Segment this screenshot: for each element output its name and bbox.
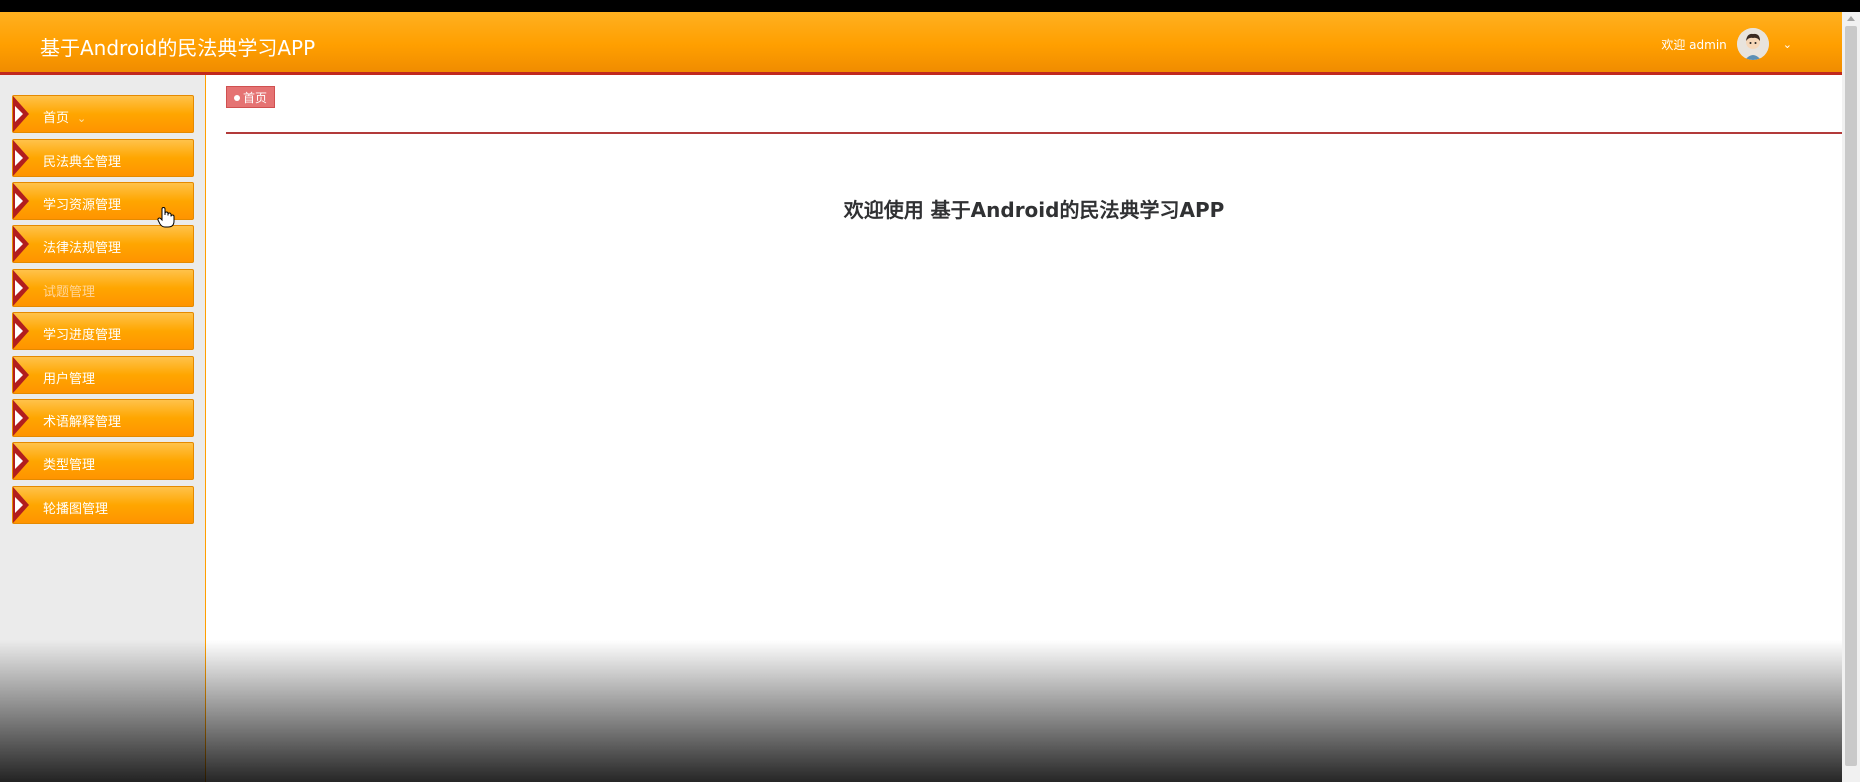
breadcrumb-tag[interactable]: 首页 [226,86,276,108]
sidebar-item-label: 首页 [43,111,70,126]
nav-triangle-inner-icon [15,150,23,166]
nav-triangle-inner-icon [15,193,23,209]
nav-triangle-inner-icon [15,323,23,339]
sidebar-item-label: 轮播图管理 [43,502,109,517]
scrollbar-thumb[interactable] [1845,26,1857,766]
hand-pointer-icon [157,206,175,232]
dot-icon [234,95,240,101]
nav-triangle-inner-icon [15,236,23,252]
nav-triangle-inner-icon [15,410,23,426]
sidebar-item-learning-progress[interactable]: 学习进度管理 [12,312,194,350]
sidebar-item-home[interactable]: 首页 ⌄ [12,95,194,133]
nav-triangle-inner-icon [15,453,23,469]
avatar-icon[interactable] [1736,28,1769,60]
scroll-up-arrow-icon[interactable] [1847,16,1855,21]
sidebar-item-civil-code[interactable]: 民法典全管理 [12,139,194,177]
welcome-user-text: 欢迎 admin [1661,37,1727,52]
vertical-scrollbar[interactable] [1842,12,1860,782]
user-menu[interactable]: 欢迎 admin ⌄ [1661,28,1792,60]
sidebar-item-label: 法律法规管理 [43,241,122,256]
sidebar-item-label: 用户管理 [43,372,96,387]
sidebar: 首页 ⌄ 民法典全管理 学习资源管理 法律法规管理 试题管理 学习进度管理 用户… [0,75,206,782]
sidebar-item-label: 民法典全管理 [43,155,122,170]
app-window: 基于Android的民法典学习APP 欢迎 admin ⌄ 首页 ⌄ 民法典全管… [0,12,1842,782]
sidebar-item-label: 术语解释管理 [43,415,122,430]
nav-triangle-inner-icon [15,106,23,122]
content-divider [226,132,1842,134]
sidebar-item-users[interactable]: 用户管理 [12,356,194,394]
sidebar-item-label: 试题管理 [43,285,96,300]
sidebar-item-label: 学习资源管理 [43,198,122,213]
sidebar-item-label: 类型管理 [43,458,96,473]
sidebar-item-questions[interactable]: 试题管理 [12,269,194,307]
breadcrumb-label: 首页 [243,91,268,105]
welcome-heading: 欢迎使用 基于Android的民法典学习APP [843,198,1225,222]
sidebar-item-carousel[interactable]: 轮播图管理 [12,486,194,524]
sidebar-item-label: 学习进度管理 [43,328,122,343]
app-title: 基于Android的民法典学习APP [40,36,316,60]
sidebar-item-types[interactable]: 类型管理 [12,442,194,480]
nav-triangle-inner-icon [15,497,23,513]
chevron-down-icon[interactable]: ⌄ [1783,38,1792,51]
chevron-down-icon: ⌄ [77,112,87,125]
top-bar: 基于Android的民法典学习APP 欢迎 admin ⌄ [0,12,1842,75]
nav-triangle-inner-icon [15,367,23,383]
sidebar-item-terms[interactable]: 术语解释管理 [12,399,194,437]
nav-triangle-inner-icon [15,280,23,296]
